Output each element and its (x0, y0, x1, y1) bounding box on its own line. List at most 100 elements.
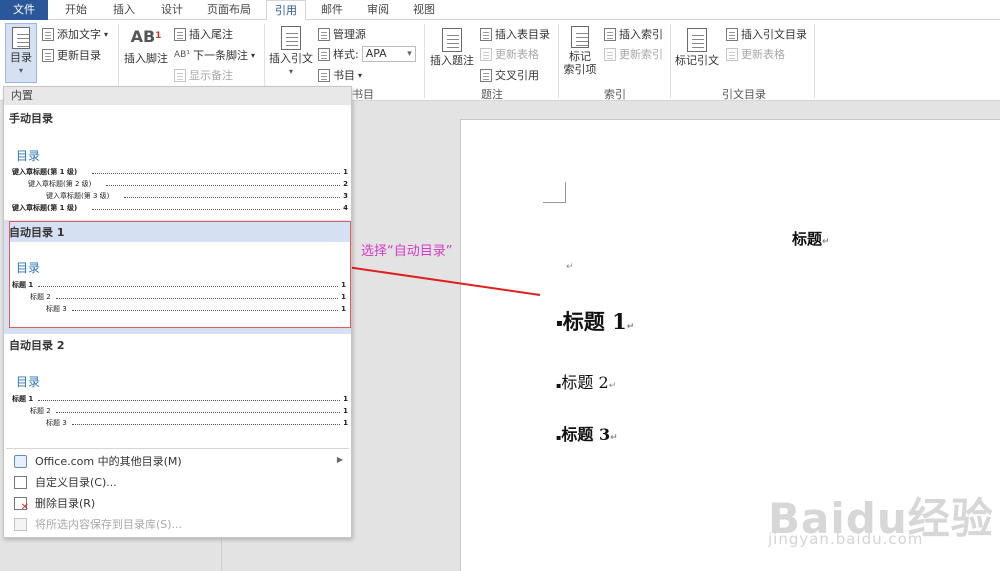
tab-mailings[interactable]: 邮件 (312, 0, 352, 20)
cross-reference-icon (480, 68, 492, 82)
tab-home[interactable]: 开始 (56, 0, 96, 20)
toc-button[interactable]: 目录 ▾ (5, 23, 37, 83)
insert-endnote-button[interactable]: 插入尾注 (174, 26, 233, 42)
update-index-button[interactable]: 更新索引 (604, 46, 663, 62)
citation-icon (281, 26, 301, 50)
insert-footnote-button[interactable]: AB1 插入脚注 (124, 27, 168, 66)
style-selector[interactable]: 样式: APA (318, 46, 416, 62)
menu-item-remove-toc[interactable]: ✕ 删除目录(R) (4, 493, 351, 513)
table-of-figures-icon (480, 27, 492, 41)
tab-review[interactable]: 审阅 (358, 0, 398, 20)
update-toc-label: 更新目录 (57, 49, 101, 62)
toc-entry-text: 键入章标题(第 1 级) (12, 168, 78, 176)
tab-design[interactable]: 设计 (152, 0, 192, 20)
toc-entry-text: 标题 1 (12, 395, 34, 403)
chevron-down-icon: ▾ (250, 50, 255, 60)
style-dropdown[interactable]: APA (361, 46, 416, 62)
ribbon-tab-bar: 文件 开始 插入 设计 页面布局 引用 邮件 审阅 视图 (0, 0, 1000, 21)
gallery-section-header: 内置 (4, 87, 351, 105)
toc-preview-line: 标题 3 1 (46, 418, 348, 428)
menu-item-label: 自定义目录(C)... (35, 476, 117, 489)
chevron-down-icon: ▾ (104, 29, 109, 39)
manual-toc-title: 手动目录 (9, 112, 53, 125)
auto-toc-1-title: 自动目录 1 (9, 226, 65, 239)
bibliography-button[interactable]: 书目 ▾ (318, 67, 362, 83)
insert-caption-button[interactable]: 插入题注 (430, 28, 474, 67)
group-divider (814, 24, 815, 98)
gallery-item-auto-toc-2[interactable]: 自动目录 2 目录 标题 1 1 标题 2 1 标题 3 1 (4, 335, 351, 445)
submenu-arrow-icon: ▶ (336, 455, 343, 464)
insert-footnote-label: 插入脚注 (124, 52, 168, 65)
update-toc-button[interactable]: 更新目录 (42, 47, 101, 63)
doc-title[interactable]: 标题↵ (792, 228, 830, 249)
tab-insert[interactable]: 插入 (104, 0, 144, 20)
page-margin-marker (543, 182, 566, 203)
tab-view[interactable]: 视图 (404, 0, 444, 20)
toc-preview-line: 标题 2 1 (30, 292, 346, 302)
update-table-label: 更新表格 (495, 48, 539, 61)
toc-entry-text: 标题 3 (46, 305, 67, 313)
mark-entry-button[interactable]: 标记 索引项 (562, 26, 598, 76)
footnote-icon: AB1 (130, 27, 162, 46)
mark-citation-button[interactable]: 标记引文 (674, 28, 720, 67)
bullet-icon: ▪ (556, 318, 563, 329)
tab-references[interactable]: 引用 (266, 0, 306, 21)
style-icon (318, 47, 330, 61)
heading-3[interactable]: ▪标题 3↵ (556, 421, 618, 445)
menu-item-custom-toc[interactable]: 自定义目录(C)... (4, 472, 351, 492)
gallery-item-manual-toc[interactable]: 手动目录 目录 键入章标题(第 1 级) 1 键入章标题(第 2 级) 2 键入章标… (4, 107, 351, 217)
mark-entry-label: 标记 索引项 (563, 50, 597, 76)
toc-preview-line: 键入章标题(第 1 级) 4 (12, 203, 348, 213)
insert-index-button[interactable]: 插入索引 (604, 26, 663, 42)
insert-table-of-figures-button[interactable]: 插入表目录 (480, 26, 550, 42)
insert-index-label: 插入索引 (619, 28, 663, 41)
next-footnote-button[interactable]: AB¹ 下一条脚注 ▾ (174, 47, 255, 63)
manage-sources-button[interactable]: 管理源 (318, 26, 366, 42)
heading-2[interactable]: ▪标题 2↵ (556, 369, 616, 393)
insert-caption-label: 插入题注 (430, 54, 474, 67)
menu-item-save-selection[interactable]: 将所选内容保存到目录库(S)... (4, 514, 351, 534)
table-of-authorities-icon (726, 27, 738, 41)
insert-table-of-figures-label: 插入表目录 (495, 28, 550, 41)
annotation-arrow (332, 259, 541, 296)
tab-page-layout[interactable]: 页面布局 (200, 0, 258, 20)
cross-reference-button[interactable]: 交叉引用 (480, 67, 539, 83)
group-label-index: 索引 (604, 88, 626, 101)
auto-toc-2-heading: 目录 (16, 375, 41, 389)
save-selection-icon (14, 517, 27, 531)
toc-preview-line: 标题 3 1 (46, 304, 346, 314)
insert-table-of-authorities-button[interactable]: 插入引文目录 (726, 26, 807, 42)
toc-entry-text: 键入章标题(第 3 级) (46, 192, 110, 200)
toc-entry-page: 1 (343, 168, 348, 176)
bibliography-icon (318, 68, 330, 82)
toc-entry-page: 1 (343, 419, 348, 427)
style-label: 样式: (333, 48, 359, 61)
toc-preview-line: 键入章标题(第 3 级) 3 (46, 191, 348, 201)
toc-preview-line: 键入章标题(第 1 级) 1 (12, 167, 348, 177)
update-table-button[interactable]: 更新表格 (480, 46, 539, 62)
menu-divider (6, 448, 349, 449)
caption-icon (442, 28, 462, 52)
manual-toc-heading: 目录 (16, 149, 41, 163)
heading-1[interactable]: ▪标题 1↵ (556, 306, 634, 336)
update-table-authorities-button[interactable]: 更新表格 (726, 46, 785, 62)
update-table2-label: 更新表格 (741, 48, 785, 61)
toc-entry-page: 1 (341, 293, 346, 301)
toc-entry-page: 3 (343, 192, 348, 200)
next-footnote-label: 下一条脚注 (192, 49, 248, 62)
toc-entry-page: 2 (343, 180, 348, 188)
toc-preview-line: 键入章标题(第 2 级) 2 (28, 179, 348, 189)
show-notes-button[interactable]: 显示备注 (174, 67, 233, 83)
paragraph-mark: ↵ (608, 381, 617, 391)
insert-citation-button[interactable]: 插入引文 ▾ (268, 26, 314, 78)
toc-entry-text: 标题 1 (12, 281, 34, 289)
heading-2-text: 标题 2 (561, 373, 609, 392)
group-label-captions: 题注 (481, 88, 503, 101)
toc-entry-text: 标题 3 (46, 419, 67, 427)
paragraph-mark: ↵ (610, 433, 618, 443)
add-text-button[interactable]: 添加文字 ▾ (42, 26, 108, 42)
tab-file[interactable]: 文件 (0, 0, 48, 20)
show-notes-label: 显示备注 (189, 69, 233, 82)
mark-citation-label: 标记引文 (675, 54, 719, 67)
menu-item-more-tocs[interactable]: Office.com 中的其他目录(M) ▶ (4, 451, 351, 471)
